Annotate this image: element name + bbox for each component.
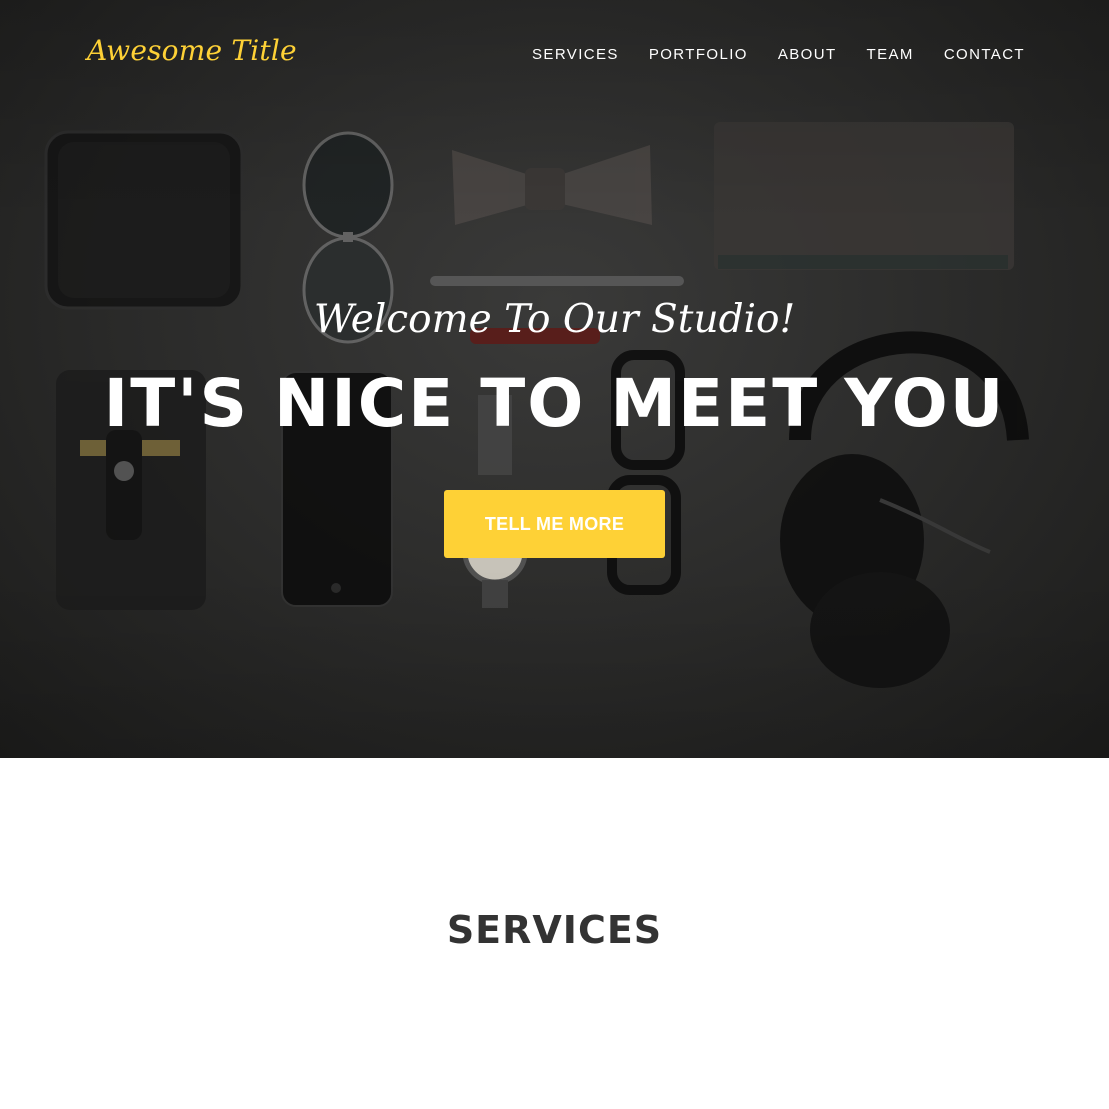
hero-section: Awesome Title SERVICES PORTFOLIO ABOUT T… [0, 0, 1109, 758]
services-section: SERVICES [0, 758, 1109, 1109]
hero-intro: Welcome To Our Studio! IT'S NICE TO MEET… [0, 0, 1109, 758]
hero-heading: IT'S NICE TO MEET YOU [103, 365, 1006, 442]
services-heading: SERVICES [446, 908, 663, 952]
tell-me-more-button[interactable]: TELL ME MORE [444, 490, 665, 558]
hero-lead-in: Welcome To Our Studio! [313, 297, 796, 342]
